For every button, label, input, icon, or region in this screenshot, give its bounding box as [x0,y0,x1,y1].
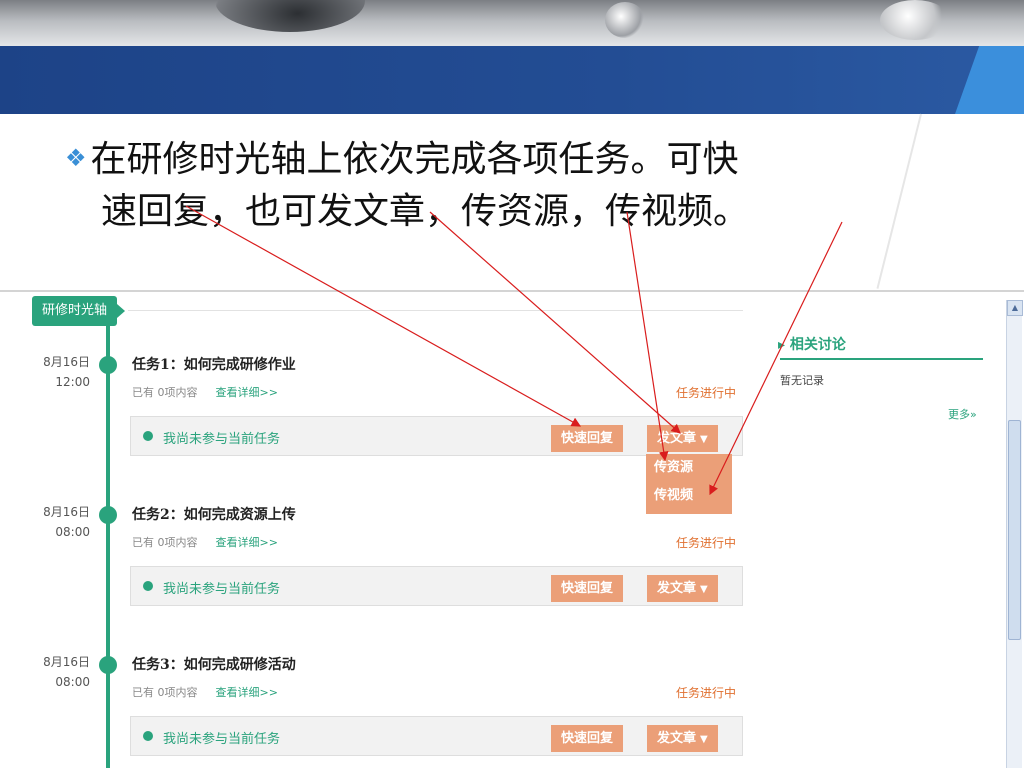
divider [780,358,983,360]
diamond-bullet-icon: ❖ [65,144,87,172]
scrollbar-thumb[interactable] [1008,420,1021,640]
quick-reply-button[interactable]: 快速回复 [551,725,624,752]
view-details-link[interactable]: 查看详细>> [216,686,278,699]
status-dot [143,581,153,591]
timeline-screenshot: 研修时光轴 8月16日 12:00 任务1：如何完成研修作业 已有 0项内容 查看详… [0,290,1024,768]
caret-down-icon: ▼ [700,734,708,745]
post-article-button[interactable]: 发文章 ▼ [647,575,718,602]
participation-bar: 我尚未参与当前任务 快速回复 发文章 ▼ [130,566,743,606]
panel-title: ▸ 相关讨论 [778,337,846,353]
task-meta: 已有 0项内容 查看详细>> [132,386,278,399]
caret-down-icon: ▼ [700,584,708,595]
participation-text: 我尚未参与当前任务 [163,732,281,747]
participation-bar: 我尚未参与当前任务 快速回复 发文章 ▼ [130,716,743,756]
task-title[interactable]: 任务2：如何完成资源上传 [132,504,296,524]
more-link[interactable]: 更多» [948,406,977,422]
related-discussion-panel: ▸ 相关讨论 暂无记录 更多» [760,314,1000,768]
empty-state-text: 暂无记录 [780,374,824,387]
status-dot [143,431,153,441]
participation-bar: 我尚未参与当前任务 快速回复 发文章 ▼ [130,416,743,456]
divider [128,310,743,311]
task-item: 8月16日 08:00 任务3：如何完成研修活动 已有 0项内容 查看详细>> 任务… [0,652,760,768]
status-dot [143,731,153,741]
vertical-scrollbar[interactable]: ▲ [1006,300,1023,768]
post-dropdown-menu: 传资源 传视频 [646,454,732,514]
view-details-link[interactable]: 查看详细>> [216,386,278,399]
caret-down-icon: ▼ [700,434,708,445]
post-article-button[interactable]: 发文章 ▼ [647,425,718,452]
view-details-link[interactable]: 查看详细>> [216,536,278,549]
timeline-node [99,506,117,524]
triangle-right-icon: ▸ [778,337,790,353]
task-status: 任务进行中 [676,536,737,550]
quick-reply-button[interactable]: 快速回复 [551,575,624,602]
upload-video-item[interactable]: 传视频 [646,482,732,510]
timeline-node [99,656,117,674]
slide-header-band [0,46,1024,114]
slide-header-gradient [0,0,1024,46]
task-title[interactable]: 任务3：如何完成研修活动 [132,654,296,674]
timeline-tag: 研修时光轴 [32,296,126,326]
task-meta: 已有 0项内容 查看详细>> [132,536,278,549]
task-title[interactable]: 任务1：如何完成研修作业 [132,354,296,374]
task-date: 8月16日 12:00 [43,355,90,389]
task-status: 任务进行中 [676,686,737,700]
instruction-line-1: 在研修时光轴上依次完成各项任务。可快 [90,139,739,180]
quick-reply-button[interactable]: 快速回复 [551,425,624,452]
upload-resource-item[interactable]: 传资源 [646,454,732,482]
task-date: 8月16日 08:00 [43,655,90,689]
instruction-line-2: 速回复，也可发文章，传资源，传视频。 [101,191,750,232]
timeline-node [99,356,117,374]
task-meta: 已有 0项内容 查看详细>> [132,686,278,699]
scroll-up-icon[interactable]: ▲ [1007,300,1023,316]
post-article-button[interactable]: 发文章 ▼ [647,725,718,752]
instruction-text: ❖ 在研修时光轴上依次完成各项任务。可快 速回复，也可发文章，传资源，传视频。 [65,132,965,238]
task-status: 任务进行中 [676,386,737,400]
participation-text: 我尚未参与当前任务 [163,432,281,447]
water-drop-decoration [880,0,950,40]
task-date: 8月16日 08:00 [43,505,90,539]
glass-sphere-decoration [215,0,365,32]
water-drop-decoration [605,2,645,38]
task-item: 8月16日 08:00 任务2：如何完成资源上传 已有 0项内容 查看详细>> 任务… [0,502,760,642]
participation-text: 我尚未参与当前任务 [163,582,281,597]
